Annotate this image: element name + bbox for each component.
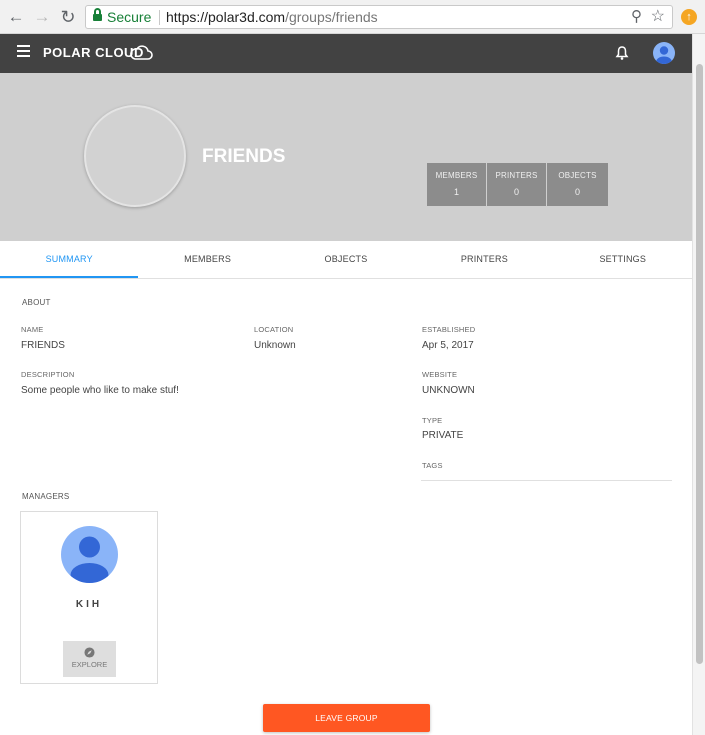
tab-settings[interactable]: SETTINGS — [554, 241, 692, 278]
notification-bell-icon[interactable] — [615, 45, 629, 61]
stat-value: 0 — [574, 187, 580, 197]
manager-name: KIH — [75, 599, 103, 610]
established-label: ESTABLISHED — [422, 325, 476, 334]
stat-label: PRINTERS — [495, 171, 538, 180]
stat-value: 0 — [513, 187, 519, 197]
name-value: FRIENDS — [21, 340, 65, 351]
scrollbar-thumb[interactable] — [696, 64, 703, 664]
manager-card[interactable]: KIH EXPLORE — [20, 511, 158, 684]
address-bar[interactable]: Secure https://polar3d.com/groups/friend… — [85, 5, 673, 29]
group-title: FRIENDS — [202, 146, 286, 167]
manager-avatar[interactable] — [61, 526, 118, 583]
group-hero: FRIENDS MEMBERS 1 PRINTERS 0 OBJECTS 0 — [0, 73, 692, 241]
user-silhouette-icon — [70, 536, 109, 583]
type-label: TYPE — [422, 416, 443, 425]
tab-members[interactable]: MEMBERS — [138, 241, 276, 278]
stat-label: MEMBERS — [435, 171, 478, 180]
page-scrollbar[interactable] — [692, 34, 705, 735]
group-stats: MEMBERS 1 PRINTERS 0 OBJECTS 0 — [427, 163, 608, 206]
website-label: WEBSITE — [422, 370, 458, 379]
url-path: /groups/friends — [285, 9, 378, 25]
stat-printers: PRINTERS 0 — [487, 163, 547, 206]
established-value: Apr 5, 2017 — [422, 340, 474, 351]
stat-objects: OBJECTS 0 — [547, 163, 608, 206]
leave-group-button[interactable]: LEAVE GROUP — [263, 704, 430, 732]
back-arrow-icon[interactable]: ← — [6, 7, 26, 27]
about-heading: ABOUT — [22, 298, 51, 307]
stat-members: MEMBERS 1 — [427, 163, 487, 206]
website-value: UNKNOWN — [422, 385, 475, 396]
stat-label: OBJECTS — [558, 171, 597, 180]
explore-label: EXPLORE — [71, 660, 108, 669]
description-label: DESCRIPTION — [21, 370, 75, 379]
user-avatar[interactable] — [653, 42, 675, 64]
cloud-icon — [130, 45, 153, 60]
zoom-icon[interactable]: ⚲ — [631, 6, 642, 28]
tab-summary[interactable]: SUMMARY — [0, 241, 139, 278]
app-header: POLAR CLOUD — [0, 34, 692, 73]
extension-icon[interactable]: ↑ — [681, 9, 697, 25]
forward-arrow-icon[interactable]: → — [32, 7, 52, 27]
stat-value: 1 — [453, 187, 459, 197]
url-text: https://polar3d.com/groups/friends — [166, 6, 378, 28]
explore-button[interactable]: EXPLORE — [63, 641, 116, 677]
browser-toolbar: ← → ↻ Secure https://polar3d.com/groups/… — [0, 0, 705, 34]
hamburger-menu-icon[interactable] — [17, 45, 30, 61]
group-avatar — [84, 105, 186, 207]
location-label: LOCATION — [254, 325, 294, 334]
description-value: Some people who like to make stuf! — [21, 385, 179, 396]
group-tabs: SUMMARY MEMBERS OBJECTS PRINTERS SETTING… — [0, 241, 692, 279]
secure-label: Secure — [107, 9, 152, 25]
reload-icon[interactable]: ↻ — [58, 7, 78, 27]
type-value: PRIVATE — [422, 430, 464, 441]
tags-label: TAGS — [422, 461, 443, 470]
url-host: https://polar3d.com — [166, 9, 286, 25]
url-separator — [159, 10, 160, 25]
location-value: Unknown — [254, 340, 296, 351]
name-label: NAME — [21, 325, 44, 334]
managers-heading: MANAGERS — [22, 492, 70, 501]
bookmark-star-icon[interactable]: ☆ — [651, 6, 665, 28]
lock-icon — [93, 8, 102, 22]
user-silhouette-icon — [656, 46, 672, 64]
tags-divider — [421, 480, 672, 481]
tab-objects[interactable]: OBJECTS — [277, 241, 415, 278]
compass-icon — [84, 647, 95, 658]
tab-printers[interactable]: PRINTERS — [415, 241, 553, 278]
